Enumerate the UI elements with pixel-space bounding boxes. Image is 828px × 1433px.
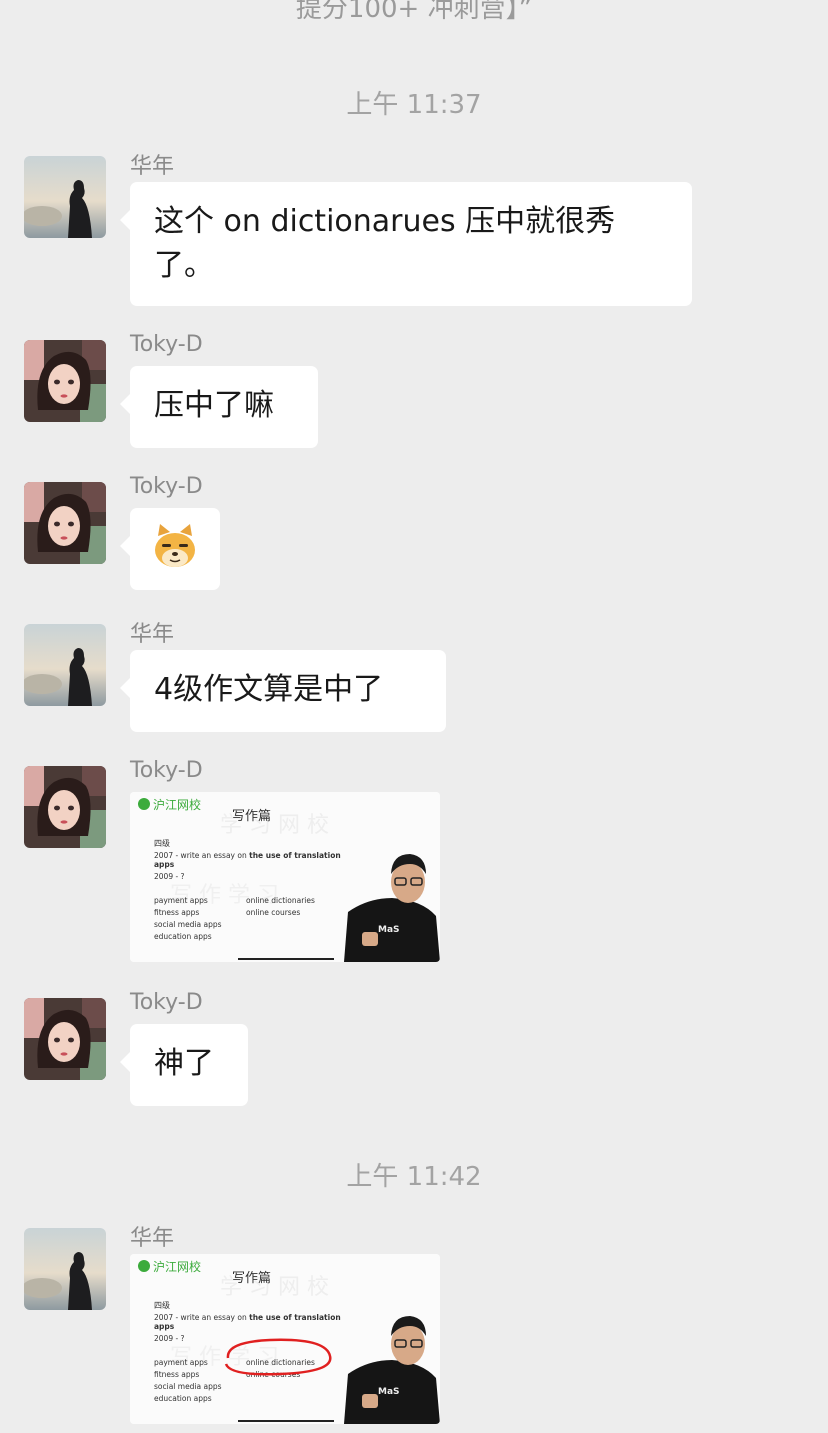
- svg-text:education apps: education apps: [154, 932, 212, 941]
- text-bubble[interactable]: 这个 on dictionarues 压中就很秀了。: [120, 182, 692, 306]
- avatar-toky-d[interactable]: [24, 998, 106, 1080]
- svg-text:2007 - write an essay on the u: 2007 - write an essay on the use of tran…: [154, 1313, 341, 1322]
- text-bubble[interactable]: 4级作文算是中了: [120, 650, 446, 732]
- brand-label: 沪江网校: [153, 1259, 201, 1274]
- dog-face-emoji-icon: [155, 524, 195, 567]
- svg-text:apps: apps: [154, 1322, 175, 1331]
- timestamp: 上午 11:42: [346, 1162, 482, 1192]
- svg-text:payment apps: payment apps: [154, 896, 208, 905]
- image-message[interactable]: 学 习 网 校 写 作 学 习 沪江网校 写作篇 四级 2007 - write…: [130, 792, 440, 962]
- svg-text:MaS: MaS: [378, 1387, 400, 1397]
- slide-title: 写作篇: [232, 1271, 271, 1286]
- svg-text:online dictionaries: online dictionaries: [246, 896, 315, 905]
- text-bubble[interactable]: 压中了嘛: [120, 366, 318, 448]
- svg-text:online courses: online courses: [246, 908, 300, 917]
- sender-name: Toky-D: [130, 474, 203, 499]
- avatar-toky-d[interactable]: [24, 766, 106, 848]
- svg-text:2007 - write an essay on the u: 2007 - write an essay on the use of tran…: [154, 851, 341, 860]
- sender-name: 华年: [130, 154, 175, 179]
- avatar-huanian[interactable]: [24, 624, 106, 706]
- svg-text:payment apps: payment apps: [154, 1358, 208, 1367]
- svg-text:fitness apps: fitness apps: [154, 1370, 199, 1379]
- timestamp: 上午 11:37: [346, 90, 482, 120]
- svg-text:online dictionaries: online dictionaries: [246, 1358, 315, 1367]
- sender-name: Toky-D: [130, 332, 203, 357]
- svg-text:fitness apps: fitness apps: [154, 908, 199, 917]
- svg-text:2009 - ?: 2009 - ?: [154, 1334, 185, 1343]
- svg-text:2009 - ?: 2009 - ?: [154, 872, 185, 881]
- svg-text:四级: 四级: [154, 838, 170, 848]
- svg-text:apps: apps: [154, 860, 175, 869]
- avatar-toky-d[interactable]: [24, 340, 106, 422]
- avatar-toky-d[interactable]: [24, 482, 106, 564]
- svg-text:education apps: education apps: [154, 1394, 212, 1403]
- sender-name: 华年: [130, 622, 175, 647]
- emoji-bubble[interactable]: [120, 508, 220, 590]
- svg-text:四级: 四级: [154, 1300, 170, 1310]
- previous-message-fragment: 提分100+ 冲刺营】”: [295, 0, 533, 24]
- sender-name: Toky-D: [130, 990, 203, 1015]
- image-message[interactable]: 学 习 网 校 写 作 学 习 沪江网校 写作篇 四级 2007 - write…: [130, 1254, 440, 1424]
- sender-name: Toky-D: [130, 758, 203, 783]
- svg-text:social media apps: social media apps: [154, 1382, 222, 1391]
- avatar-huanian[interactable]: [24, 1228, 106, 1310]
- avatar-huanian[interactable]: [24, 156, 106, 238]
- svg-text:MaS: MaS: [378, 925, 400, 935]
- text-bubble[interactable]: 神了: [120, 1024, 248, 1106]
- brand-label: 沪江网校: [153, 797, 201, 812]
- svg-text:social media apps: social media apps: [154, 920, 222, 929]
- slide-title: 写作篇: [232, 809, 271, 824]
- sender-name: 华年: [130, 1226, 175, 1251]
